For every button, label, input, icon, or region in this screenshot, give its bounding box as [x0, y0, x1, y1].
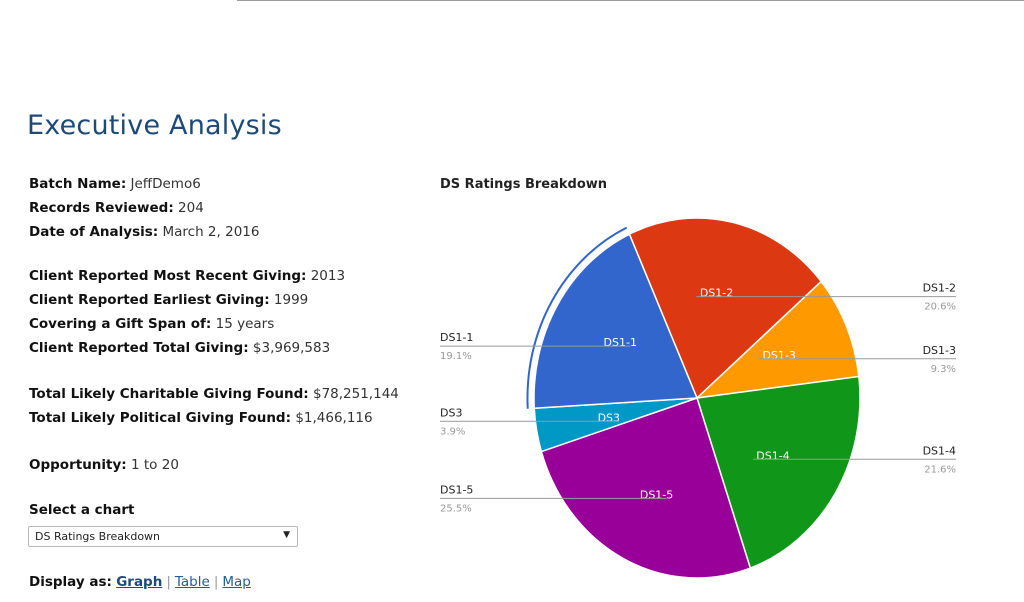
legend-label: DS1-1 — [440, 331, 473, 344]
legend-label: DS3 — [440, 406, 462, 419]
slice-inner-label: DS1-1 — [604, 336, 637, 349]
slice-inner-label: DS1-2 — [700, 287, 733, 300]
legend-percent: 3.9% — [440, 426, 465, 437]
pie-chart: DS1-2 DS1-2 20.6% DS1-3 DS1-3 9.3% DS1-4 DS1-4 2… — [440, 217, 956, 579]
slice-inner-label: DS3 — [598, 411, 620, 424]
legend-percent: 21.6% — [924, 464, 956, 475]
legend-percent: 19.1% — [440, 351, 472, 362]
legend-label: DS1-3 — [923, 344, 956, 357]
legend-percent: 25.5% — [440, 503, 472, 514]
legend-label: DS1-2 — [923, 282, 956, 295]
slice-inner-label: DS1-3 — [762, 349, 795, 362]
legend-percent: 9.3% — [931, 364, 956, 375]
legend-label: DS1-4 — [923, 444, 956, 457]
slice-inner-label: DS1-4 — [756, 449, 789, 462]
legend-label: DS1-5 — [440, 483, 473, 496]
legend-percent: 20.6% — [924, 302, 956, 313]
slice-inner-label: DS1-5 — [640, 488, 673, 501]
